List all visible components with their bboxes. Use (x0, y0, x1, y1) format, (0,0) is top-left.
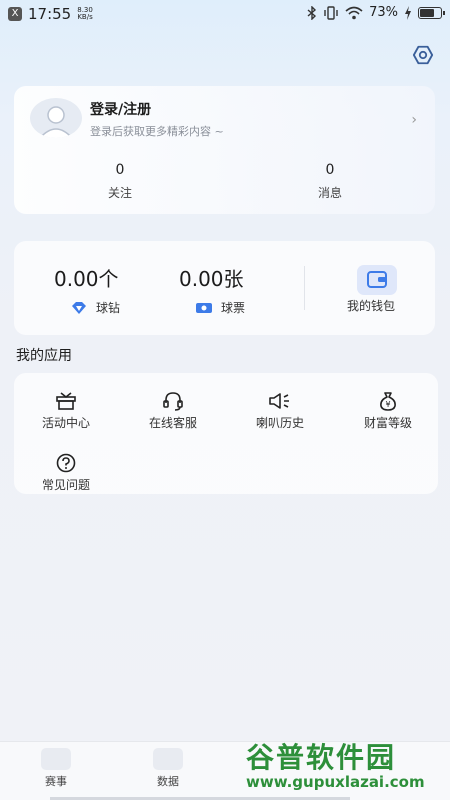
app-label: 财富等级 (363, 416, 412, 430)
app-faq[interactable]: 常见问题 (16, 453, 116, 493)
app-label: 喇叭历史 (255, 416, 304, 430)
app-online-service[interactable]: 在线客服 (123, 391, 223, 431)
avatar[interactable] (30, 98, 82, 138)
tickets-label: 球票 (221, 301, 246, 315)
stat-following[interactable]: 0 关注 (60, 162, 180, 201)
diamonds-item[interactable]: 球钻 (70, 299, 120, 316)
diamond-icon (72, 301, 86, 314)
vibrate-icon (324, 5, 338, 20)
app-label: 在线客服 (148, 416, 197, 430)
question-icon (56, 453, 76, 473)
login-subtitle: 登录后获取更多精彩内容 ~ (90, 125, 224, 138)
ticket-icon (196, 302, 212, 313)
watermark-title: 谷普软件园 (246, 741, 397, 774)
following-label: 关注 (107, 186, 132, 200)
apps-section-title: 我的应用 (16, 348, 72, 364)
chevron-right-icon[interactable]: › (411, 112, 417, 128)
default-avatar-icon (39, 106, 73, 138)
net-speed: 8.30 KB/s (77, 7, 93, 21)
app-label: 活动中心 (41, 416, 90, 430)
tab-label: 数据 (157, 775, 179, 788)
my-wallet-label[interactable]: 我的钱包 (347, 297, 395, 314)
battery-percent: 73% (369, 5, 398, 20)
status-bar: X 17:55 8.30 KB/s 73% (0, 0, 450, 28)
headset-icon (163, 392, 183, 411)
notification-close-icon: X (8, 7, 22, 21)
following-count: 0 (115, 162, 125, 178)
match-icon (41, 748, 71, 770)
wallet-card: 0.00个 0.00张 球钻 球票 我的钱包 (14, 241, 435, 335)
wallet-icon[interactable] (357, 265, 397, 295)
net-speed-unit: KB/s (77, 13, 93, 21)
tab-matches[interactable]: 赛事 (26, 748, 86, 789)
charging-icon (405, 5, 411, 20)
app-activity-center[interactable]: 活动中心 (16, 391, 116, 431)
tab-label: 赛事 (45, 775, 67, 788)
tickets-item[interactable]: 球票 (195, 299, 245, 316)
wifi-icon (345, 6, 363, 19)
watermark: 谷普软件园 www.gupuxlazai.com (246, 736, 446, 794)
profile-card: 登录/注册 登录后获取更多精彩内容 ~ › 0 关注 0 消息 (14, 86, 435, 214)
messages-label: 消息 (317, 186, 342, 200)
speaker-icon (269, 393, 289, 409)
chart-icon (153, 748, 183, 770)
divider (304, 266, 305, 310)
app-wealth-level[interactable]: ¥ 财富等级 (338, 391, 438, 431)
tab-data[interactable]: 数据 (138, 748, 198, 789)
bluetooth-icon (307, 5, 317, 20)
wallet-glyph-icon (367, 271, 387, 288)
gift-box-icon (56, 392, 76, 410)
svg-text:¥: ¥ (385, 400, 390, 409)
status-time: 17:55 (28, 5, 72, 23)
tickets-value: 0.00张 (179, 267, 244, 291)
login-register-link[interactable]: 登录/注册 (90, 99, 151, 119)
app-label: 常见问题 (41, 478, 90, 492)
stat-messages[interactable]: 0 消息 (270, 162, 390, 201)
settings-gear-icon[interactable] (412, 44, 434, 66)
money-bag-icon: ¥ (380, 392, 396, 411)
diamonds-label: 球钻 (96, 301, 121, 315)
apps-card: 活动中心 在线客服 喇叭历史 ¥ 财富等级 常见问题 (14, 373, 438, 494)
battery-icon (418, 6, 445, 19)
app-speaker-history[interactable]: 喇叭历史 (230, 391, 330, 431)
messages-count: 0 (325, 162, 335, 178)
diamonds-value: 0.00个 (54, 267, 119, 291)
watermark-url: www.gupuxlazai.com (246, 773, 425, 791)
